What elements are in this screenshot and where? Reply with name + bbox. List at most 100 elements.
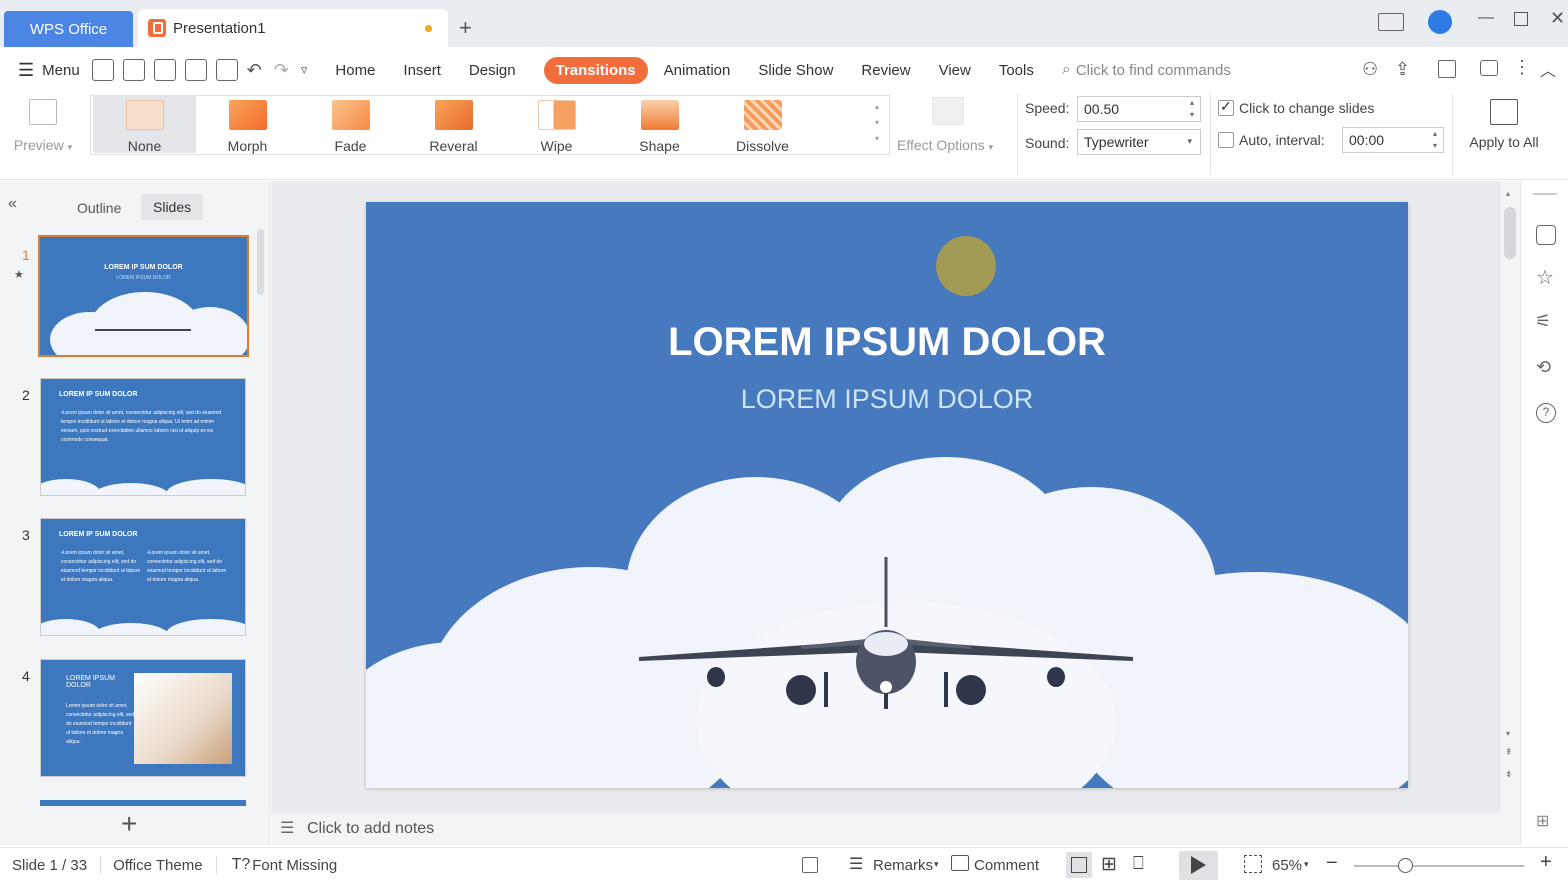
menu-design[interactable]: Design (469, 62, 516, 79)
properties-icon[interactable]: ⚟ (1535, 311, 1551, 332)
share-icon[interactable]: ⇪ (1395, 59, 1410, 80)
presentation-tab-label: Presentation1 (173, 19, 266, 37)
customize-toolbar-icon[interactable]: ▿ (301, 62, 308, 78)
transition-wipe[interactable]: Wipe (505, 95, 608, 154)
effect-options-button[interactable]: Effect Options ▾ (897, 97, 1007, 153)
more-icon[interactable]: ⋮ (1513, 57, 1531, 78)
preview-button[interactable]: Preview ▾ (10, 97, 76, 153)
wps-account-icon[interactable] (1428, 10, 1452, 34)
notes-area[interactable]: ☰ Click to add notes (271, 813, 1520, 845)
zoom-slider[interactable] (1354, 865, 1524, 867)
export-icon[interactable] (1438, 60, 1456, 78)
close-icon[interactable]: ✕ (1550, 8, 1565, 29)
font-missing-label[interactable]: Font Missing (252, 857, 337, 874)
scroll-thumb[interactable] (1504, 207, 1516, 259)
reading-view-icon[interactable]: ⎕ (1133, 853, 1144, 874)
command-search-placeholder: Click to find commands (1075, 61, 1231, 79)
menu-button[interactable]: ☰ Menu (18, 60, 80, 81)
slide-layout-icon[interactable] (1536, 225, 1556, 245)
transition-reveral[interactable]: Reveral (402, 95, 505, 154)
interval-spinner[interactable]: 00:00 ▴ ▾ (1342, 127, 1444, 153)
sidebar-handle (1533, 193, 1557, 195)
menu-animation[interactable]: Animation (664, 62, 731, 79)
chevron-down-icon: ▾ (1187, 136, 1192, 146)
transition-fade[interactable]: Fade (299, 95, 402, 154)
history-icon[interactable]: ⟲ (1536, 357, 1551, 378)
sound-value: Typewriter (1084, 134, 1149, 150)
gallery-scroll[interactable]: ▴ ▾ ▾ (875, 99, 879, 147)
apply-to-all-button[interactable]: Apply to All (1460, 99, 1548, 150)
thumb-body: Lorem ipsum dolor sit amet, consectetur … (66, 703, 135, 745)
share-user-icon[interactable]: ⚇ (1362, 59, 1378, 80)
remarks-button[interactable]: Remarks (873, 857, 933, 874)
transition-dissolve-label: Dissolve (736, 138, 789, 154)
slide-thumbnail-2[interactable]: LOREM IP SUM DOLOR •Lorem ipsum dolor si… (40, 378, 246, 496)
menu-home[interactable]: Home (335, 62, 375, 79)
menu-tools[interactable]: Tools (999, 62, 1034, 79)
open-icon[interactable] (91, 59, 114, 81)
minimize-icon[interactable]: — (1478, 9, 1494, 27)
hamburger-icon: ☰ (18, 59, 35, 80)
collapse-panel-icon[interactable]: « (8, 195, 17, 213)
slide-title[interactable]: LOREM IPSUM DOLOR (366, 320, 1408, 365)
zoom-out-button[interactable]: − (1326, 852, 1338, 875)
add-slide-button[interactable]: + (121, 808, 137, 840)
backup-icon[interactable] (802, 857, 818, 873)
slide-thumbnail-3[interactable]: LOREM IP SUM DOLOR •Lorem ipsum dolor si… (40, 518, 246, 636)
star-icon[interactable]: ☆ (1536, 265, 1554, 290)
presentation-tab[interactable]: Presentation1 (138, 9, 448, 47)
wps-office-tab[interactable]: WPS Office (4, 11, 133, 47)
fit-window-icon[interactable] (1244, 855, 1262, 873)
editor-scrollbar[interactable]: ▴ ▾ ⇞ ⇟ (1501, 181, 1520, 813)
comment-button[interactable]: Comment (974, 857, 1039, 874)
slide-counter: Slide 1 / 33 (12, 856, 88, 874)
transition-shape[interactable]: Shape (608, 95, 711, 154)
previous-slide-icon[interactable]: ⇞ (1505, 747, 1513, 758)
zoom-slider-handle[interactable] (1398, 858, 1413, 873)
thumb-body: •Lorem ipsum dolor sit amet, consectetur… (147, 550, 227, 583)
thumb-title: LOREM IP SUM DOLOR (59, 391, 138, 398)
speed-spinner[interactable]: 00.50 ▴ ▾ (1077, 96, 1201, 122)
workspace-icon[interactable] (1378, 13, 1404, 31)
transition-none[interactable]: None (93, 95, 196, 154)
current-slide[interactable]: LOREM IPSUM DOLOR LOREM IPSUM DOLOR (366, 202, 1408, 788)
slide-panel: « Outline Slides 1 ★ LOREM IP SUM DOLOR … (0, 181, 270, 845)
transition-morph[interactable]: Morph (196, 95, 299, 154)
print-preview-icon[interactable] (215, 59, 238, 81)
zoom-in-button[interactable]: + (1540, 851, 1552, 874)
play-icon (1191, 856, 1206, 874)
slide-thumbnail-1[interactable]: LOREM IP SUM DOLOR LOREM IPSUM DOLOR (38, 235, 249, 357)
auto-interval-checkbox[interactable] (1218, 132, 1234, 148)
zoom-level[interactable]: 65% (1272, 857, 1302, 874)
grid-icon[interactable]: ⊞ (1536, 811, 1549, 831)
comment-panel-icon[interactable] (1480, 60, 1498, 76)
menu-insert[interactable]: Insert (403, 62, 441, 79)
transition-dissolve[interactable]: Dissolve (711, 95, 814, 154)
panel-scrollbar[interactable] (257, 229, 264, 295)
undo-icon[interactable]: ↶ (247, 60, 262, 81)
collapse-ribbon-icon[interactable]: ︿ (1540, 57, 1556, 81)
tab-outline[interactable]: Outline (77, 200, 121, 216)
save-icon[interactable] (122, 59, 145, 81)
menu-review[interactable]: Review (861, 62, 910, 79)
sound-select[interactable]: Typewriter ▾ (1077, 129, 1201, 155)
redo-icon[interactable]: ↷ (274, 60, 289, 81)
new-tab-button[interactable]: + (459, 15, 472, 41)
slide-sorter-icon[interactable]: ⊞ (1101, 853, 1117, 876)
print-icon[interactable] (184, 59, 207, 81)
next-slide-icon[interactable]: ⇟ (1505, 769, 1513, 780)
maximize-icon[interactable] (1514, 12, 1528, 26)
thumb-title: LOREM IPSUM DOLOR (66, 675, 116, 689)
slide-subtitle[interactable]: LOREM IPSUM DOLOR (366, 384, 1408, 415)
theme-name[interactable]: Office Theme (113, 857, 203, 874)
format-painter-icon[interactable] (153, 59, 176, 81)
click-change-checkbox[interactable] (1218, 98, 1234, 116)
tab-slides[interactable]: Slides (141, 194, 204, 220)
command-search[interactable]: ⌕ Click to find commands (1062, 61, 1231, 79)
menu-slide-show[interactable]: Slide Show (758, 62, 833, 79)
slide-thumbnail-4[interactable]: LOREM IPSUM DOLOR Lorem ipsum dolor sit … (40, 659, 246, 777)
help-icon[interactable]: ? (1536, 403, 1556, 423)
right-sidebar: ☆ ⚟ ⟲ ? ⊞ (1520, 181, 1568, 845)
menu-transitions[interactable]: Transitions (543, 56, 648, 84)
menu-view[interactable]: View (939, 62, 971, 79)
